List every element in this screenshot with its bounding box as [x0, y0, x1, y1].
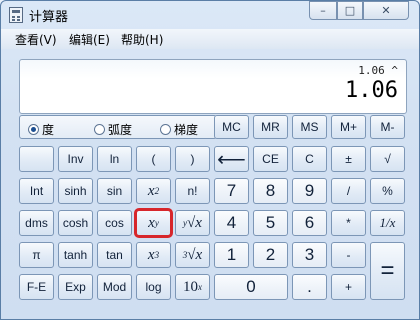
reciprocal-button[interactable]: 1/x	[370, 210, 405, 236]
digit-7-button[interactable]: 7	[214, 178, 249, 204]
factorial-button[interactable]: n!	[175, 178, 210, 204]
radio-gradians[interactable]: 梯度	[160, 121, 198, 138]
inv-button[interactable]: Inv	[58, 146, 93, 172]
square-button[interactable]: x2	[136, 178, 171, 204]
calculator-app-icon	[9, 7, 23, 23]
radio-empty-icon	[94, 124, 105, 135]
menu-edit[interactable]: 编辑(E)	[69, 31, 110, 48]
cos-button[interactable]: cos	[97, 210, 132, 236]
subtract-button[interactable]: -	[331, 242, 366, 268]
radio-radians[interactable]: 弧度	[94, 121, 132, 138]
angle-mode-group: 度 弧度 梯度	[19, 115, 217, 139]
mc-button[interactable]: MC	[214, 115, 249, 139]
radio-empty-icon	[160, 124, 171, 135]
minimize-button[interactable]: –	[309, 1, 337, 20]
m-minus-button[interactable]: M-	[370, 115, 405, 139]
percent-button[interactable]: %	[370, 178, 405, 204]
radio-degrees-label: 度	[42, 123, 55, 137]
digit-3-button[interactable]: 3	[292, 242, 327, 268]
digit-6-button[interactable]: 6	[292, 210, 327, 236]
menu-bar: 查看(V) 编辑(E) 帮助(H)	[1, 29, 419, 49]
digit-2-button[interactable]: 2	[253, 242, 288, 268]
cube-root-radicand: x	[195, 246, 203, 263]
mr-button[interactable]: MR	[253, 115, 288, 139]
root-radicand: x	[195, 214, 202, 231]
plus-minus-button[interactable]: ±	[331, 146, 366, 172]
radio-radians-label: 弧度	[108, 123, 133, 137]
clear-button[interactable]: C	[292, 146, 327, 172]
mod-button[interactable]: Mod	[97, 274, 132, 300]
digit-0-button[interactable]: 0	[214, 274, 288, 300]
cube-base: x	[147, 246, 155, 263]
digit-5-button[interactable]: 5	[253, 210, 288, 236]
digit-4-button[interactable]: 4	[214, 210, 249, 236]
left-paren-button[interactable]: (	[136, 146, 171, 172]
calculator-window: 计算器 – □ ✕ 查看(V) 编辑(E) 帮助(H) 1.06 ^ 1.06 …	[0, 0, 420, 320]
close-button[interactable]: ✕	[363, 1, 409, 20]
ln-button[interactable]: ln	[97, 146, 132, 172]
sin-button[interactable]: sin	[97, 178, 132, 204]
equals-button[interactable]: =	[370, 242, 405, 300]
radio-degrees[interactable]: 度	[28, 121, 54, 138]
radio-gradians-label: 梯度	[174, 123, 199, 137]
menu-view[interactable]: 查看(V)	[15, 31, 57, 48]
ms-button[interactable]: MS	[292, 115, 327, 139]
y-root-button[interactable]: y √ x	[175, 210, 210, 236]
dms-button[interactable]: dms	[19, 210, 54, 236]
digit-8-button[interactable]: 8	[253, 178, 288, 204]
power-button[interactable]: xy	[134, 208, 173, 238]
blank-button[interactable]	[19, 146, 54, 172]
power-base: x	[148, 214, 155, 231]
tan-button[interactable]: tan	[97, 242, 132, 268]
int-button[interactable]: Int	[19, 178, 54, 204]
result-display: 1.06	[345, 78, 398, 103]
log-button[interactable]: log	[136, 274, 171, 300]
title-bar: 计算器 – □ ✕	[1, 1, 419, 29]
divide-button[interactable]: /	[331, 178, 366, 204]
backspace-button[interactable]: ⟵	[214, 146, 249, 172]
expression-display: 1.06 ^	[358, 64, 398, 77]
cube-root-button[interactable]: 3 √ x	[175, 242, 210, 268]
cosh-button[interactable]: cosh	[58, 210, 93, 236]
multiply-button[interactable]: *	[331, 210, 366, 236]
add-button[interactable]: +	[331, 274, 366, 300]
calculator-body: 1.06 ^ 1.06 度 弧度 梯度 MC MR MS M+ M- Inv l	[9, 49, 411, 311]
cube-button[interactable]: x3	[136, 242, 171, 268]
pi-button[interactable]: π	[19, 242, 54, 268]
square-root-button[interactable]: √	[370, 146, 405, 172]
tanh-button[interactable]: tanh	[58, 242, 93, 268]
display-panel: 1.06 ^ 1.06	[19, 59, 407, 114]
cube-root-sign-icon: √	[187, 246, 196, 263]
digit-9-button[interactable]: 9	[292, 178, 327, 204]
ce-button[interactable]: CE	[253, 146, 288, 172]
m-plus-button[interactable]: M+	[331, 115, 366, 139]
radio-selected-icon	[28, 124, 39, 135]
digit-1-button[interactable]: 1	[214, 242, 249, 268]
sinh-button[interactable]: sinh	[58, 178, 93, 204]
decimal-button[interactable]: .	[292, 274, 327, 300]
menu-help[interactable]: 帮助(H)	[121, 31, 163, 48]
ten-power-button[interactable]: 10 x	[175, 274, 210, 300]
ten-power-base: 10	[183, 278, 198, 295]
square-base: x	[147, 182, 155, 199]
fe-button[interactable]: F-E	[19, 274, 54, 300]
right-paren-button[interactable]: )	[175, 146, 210, 172]
window-title: 计算器	[29, 10, 69, 25]
maximize-button[interactable]: □	[337, 1, 363, 20]
exp-button[interactable]: Exp	[58, 274, 93, 300]
